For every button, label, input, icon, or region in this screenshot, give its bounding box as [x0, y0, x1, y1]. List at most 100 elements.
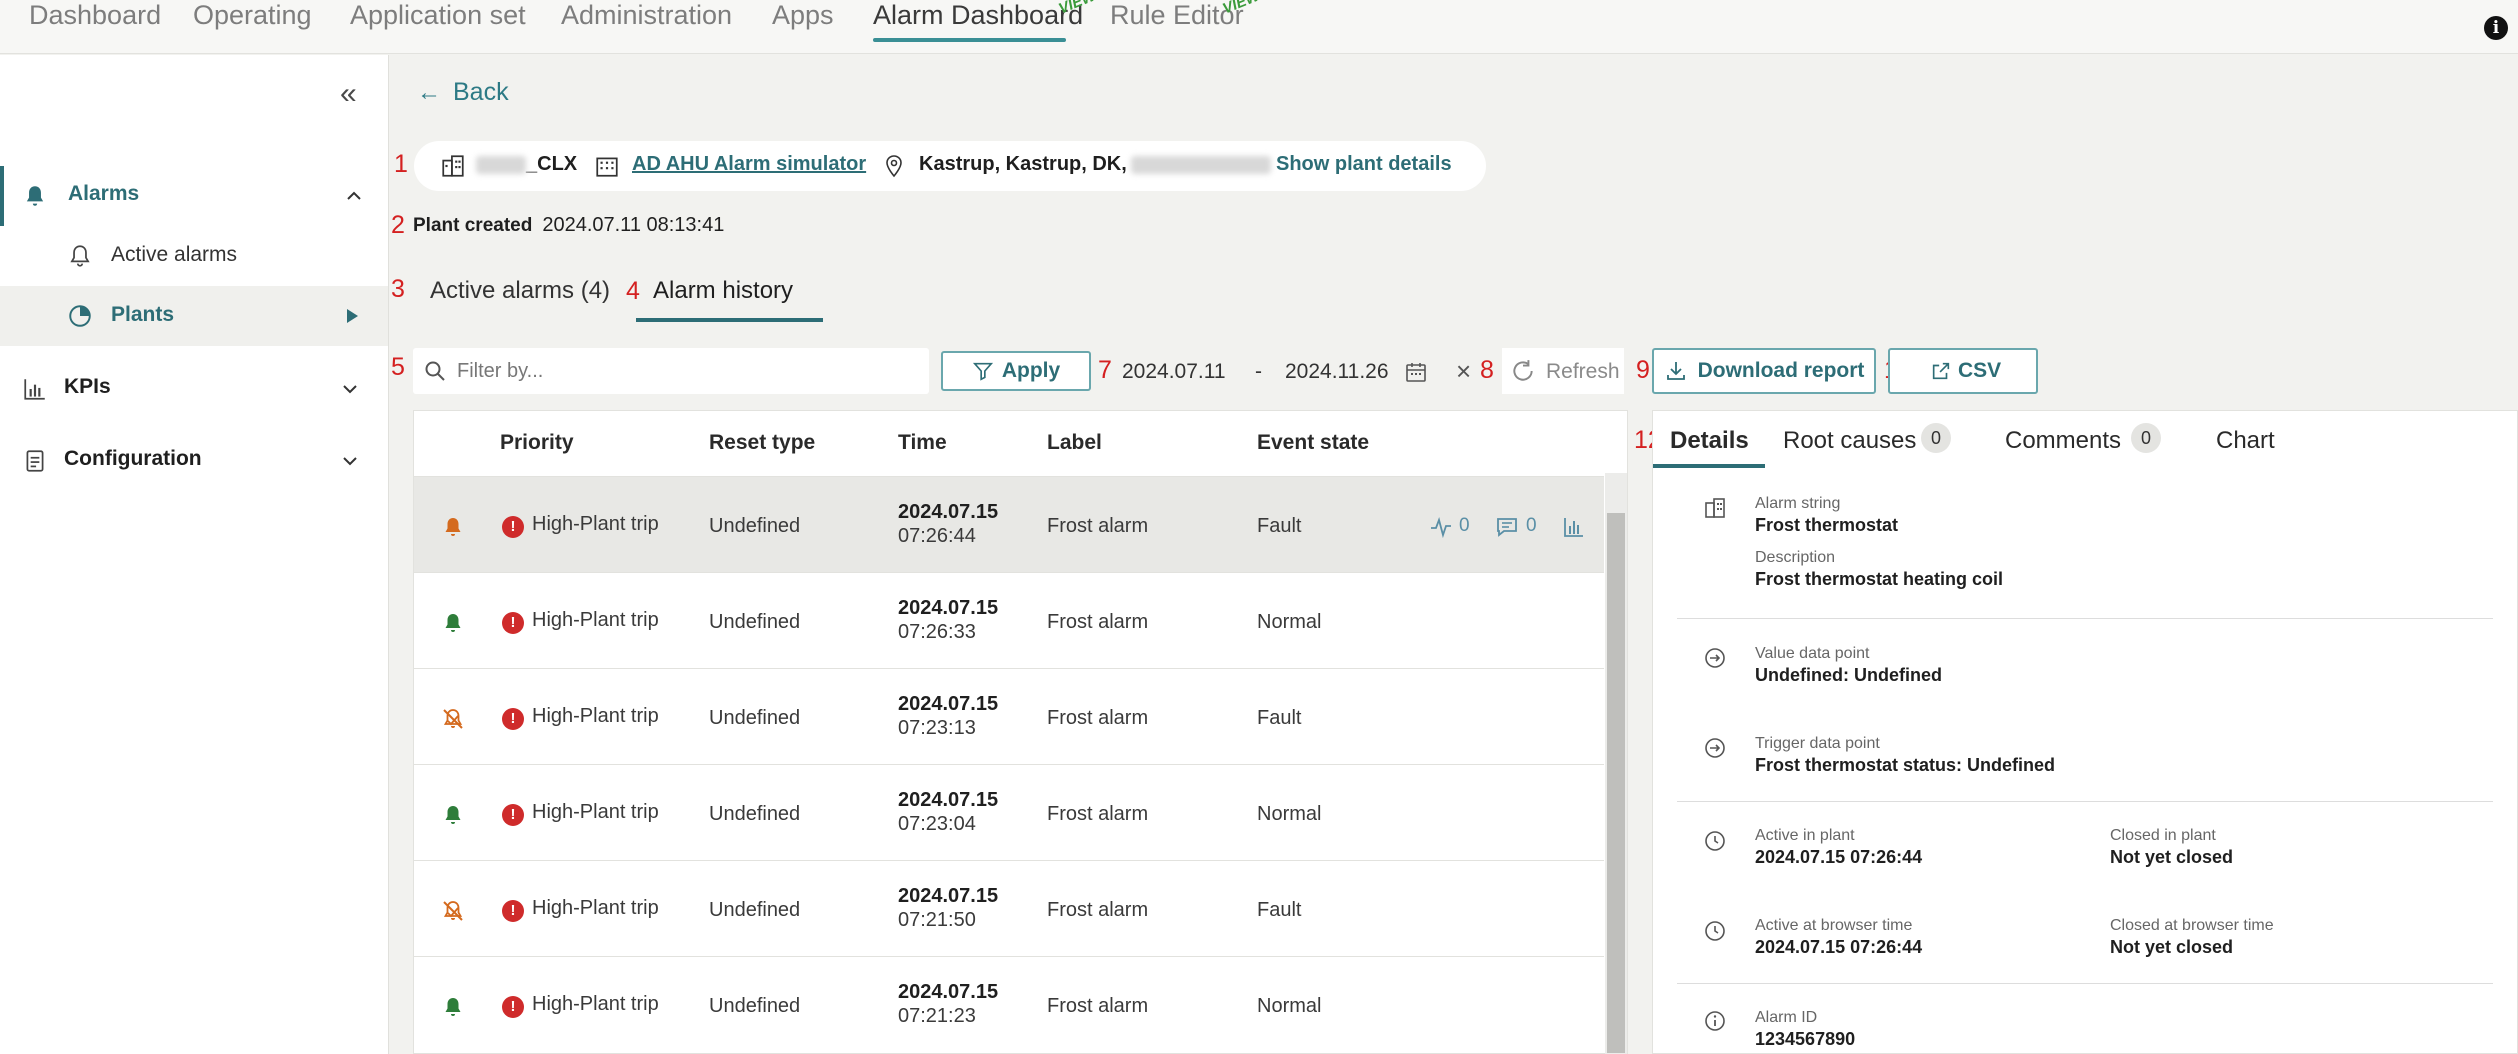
filter-field[interactable] — [413, 348, 929, 394]
sidebar-item-label: Alarms — [68, 182, 140, 205]
bell-muted-icon — [441, 707, 465, 731]
time-date-cell: 2024.07.15 — [898, 885, 999, 907]
nav-tab-application-set[interactable]: Application set — [350, 0, 526, 30]
sidebar-item-kpis[interactable]: KPIs — [0, 359, 388, 419]
clock-icon — [1705, 921, 1725, 941]
label-cell: Frost alarm — [1047, 707, 1149, 729]
comment-icon[interactable] — [1495, 515, 1519, 544]
comments-count-badge: 0 — [2131, 423, 2161, 453]
back-link[interactable]: ← Back — [417, 78, 509, 107]
apply-button[interactable]: Apply — [941, 351, 1091, 391]
event-state-cell: Normal — [1257, 611, 1322, 633]
nav-tab-dashboard[interactable]: Dashboard — [29, 0, 161, 30]
active-browser-time-value: 2024.07.15 07:26:44 — [1755, 937, 1923, 957]
column-header-priority[interactable]: Priority — [500, 431, 574, 455]
csv-button[interactable]: CSV — [1888, 348, 2038, 394]
alarm-string-value: Frost thermostat — [1755, 515, 1899, 535]
priority-alert-icon: ! — [502, 612, 524, 634]
scrollbar[interactable] — [1605, 473, 1627, 1054]
closed-browser-time-value: Not yet closed — [2110, 937, 2234, 957]
table-row[interactable]: ! High-Plant trip Undefined 2024.07.15 07:23… — [414, 668, 1604, 764]
column-header-time[interactable]: Time — [898, 431, 947, 455]
collapse-sidebar-icon[interactable]: « — [340, 79, 357, 109]
table-row[interactable]: ! High-Plant trip Undefined 2024.07.15 07:26… — [414, 476, 1604, 572]
info-circle-icon — [1705, 1011, 1725, 1031]
sidebar-item-alarms[interactable]: Alarms — [0, 166, 388, 226]
tab-comments[interactable]: Comments — [2005, 427, 2121, 455]
table-row[interactable]: ! High-Plant trip Undefined 2024.07.15 07:21… — [414, 860, 1604, 956]
time-time-cell: 07:21:50 — [898, 909, 976, 931]
filter-input[interactable] — [457, 357, 917, 385]
time-date-cell: 2024.07.15 — [898, 597, 999, 619]
reset-type-cell: Undefined — [709, 611, 801, 633]
active-tab-indicator — [636, 318, 823, 322]
priority-alert-icon: ! — [502, 804, 524, 826]
clear-date-icon[interactable]: × — [1456, 356, 1471, 387]
refresh-button[interactable]: Refresh — [1502, 348, 1624, 394]
nav-tab-operating[interactable]: Operating — [193, 0, 312, 30]
tab-chart[interactable]: Chart — [2216, 427, 2275, 455]
date-to[interactable]: 2024.11.26 — [1285, 360, 1389, 384]
clock-icon — [1705, 831, 1725, 851]
plant-created-label: Plant created — [413, 215, 533, 236]
simulator-link[interactable]: AD AHU Alarm simulator — [632, 153, 866, 176]
nav-tab-apps[interactable]: Apps — [772, 0, 834, 30]
column-header-event-state[interactable]: Event state — [1257, 431, 1369, 455]
bar-chart-icon[interactable] — [1562, 515, 1586, 544]
column-header-label[interactable]: Label — [1047, 431, 1102, 455]
bell-green-icon — [441, 611, 465, 635]
tab-active-alarms[interactable]: Active alarms (4) — [430, 277, 610, 305]
sidebar-item-active-alarms[interactable]: Active alarms — [0, 226, 388, 286]
info-icon[interactable]: i — [2484, 16, 2508, 40]
back-label: Back — [453, 78, 509, 106]
alarm-id-value: 1234567890 — [1755, 1029, 1856, 1049]
table-row[interactable]: ! High-Plant trip Undefined 2024.07.15 07:23… — [414, 764, 1604, 860]
label-cell: Frost alarm — [1047, 899, 1149, 921]
divider — [1677, 618, 2493, 619]
annotation-number: 4 — [626, 277, 640, 305]
calendar-icon[interactable] — [1404, 360, 1428, 384]
location-pin-icon — [886, 155, 902, 178]
event-state-cell: Normal — [1257, 803, 1322, 825]
label-cell: Frost alarm — [1047, 515, 1149, 537]
trend-icon[interactable] — [1429, 515, 1453, 544]
priority-cell: High-Plant trip — [532, 705, 659, 727]
bell-green-icon — [441, 803, 465, 827]
pie-chart-icon — [69, 305, 91, 327]
priority-cell: High-Plant trip — [532, 609, 659, 631]
download-report-button[interactable]: Download report — [1652, 348, 1876, 394]
chevron-down-icon — [343, 385, 357, 394]
closed-in-plant-label: Closed in plant — [2110, 827, 2216, 844]
time-date-cell: 2024.07.15 — [898, 501, 999, 523]
plant-created: Plant created 2024.07.11 08:13:41 — [413, 214, 724, 237]
details-panel: Details Root causes 0 Comments 0 Chart A… — [1652, 410, 2518, 1054]
reset-type-cell: Undefined — [709, 995, 801, 1017]
annotation-number: 2 — [391, 211, 405, 239]
plant-info-bar: _CLX AD AHU Alarm simulator Kastrup, Kas… — [414, 141, 1486, 191]
nav-tab-alarm-dashboard[interactable]: Alarm Dashboard — [873, 0, 1083, 30]
sidebar-item-configuration[interactable]: Configuration — [0, 431, 388, 491]
sidebar-item-plants[interactable]: Plants — [0, 286, 388, 346]
sidebar-item-label: Plants — [111, 303, 175, 326]
date-range-picker[interactable]: 2024.07.11 - 2024.11.26 × — [1110, 348, 1500, 394]
table-row[interactable]: ! High-Plant trip Undefined 2024.07.15 07:21… — [414, 956, 1604, 1052]
closed-browser-time-label: Closed at browser time — [2110, 917, 2274, 934]
building-icon — [442, 155, 464, 177]
sidebar-item-label: Active alarms — [111, 243, 238, 266]
alarm-id-label: Alarm ID — [1755, 1009, 1818, 1026]
tab-alarm-history[interactable]: Alarm history — [653, 277, 793, 305]
active-tab-indicator — [873, 38, 1066, 42]
column-header-reset-type[interactable]: Reset type — [709, 431, 815, 455]
download-label: Download report — [1697, 358, 1865, 382]
date-from[interactable]: 2024.07.11 — [1122, 360, 1226, 384]
tab-root-causes[interactable]: Root causes — [1783, 427, 1916, 455]
scrollbar-thumb[interactable] — [1607, 513, 1625, 1053]
refresh-label: Refresh — [1546, 360, 1620, 383]
time-time-cell: 07:21:23 — [898, 1005, 976, 1027]
nav-tab-administration[interactable]: Administration — [561, 0, 732, 30]
tab-details[interactable]: Details — [1670, 427, 1749, 455]
table-row[interactable]: ! High-Plant trip Undefined 2024.07.15 07:26… — [414, 572, 1604, 668]
show-plant-details-link[interactable]: Show plant details — [1276, 153, 1452, 176]
priority-cell: High-Plant trip — [532, 801, 659, 823]
priority-cell: High-Plant trip — [532, 993, 659, 1015]
